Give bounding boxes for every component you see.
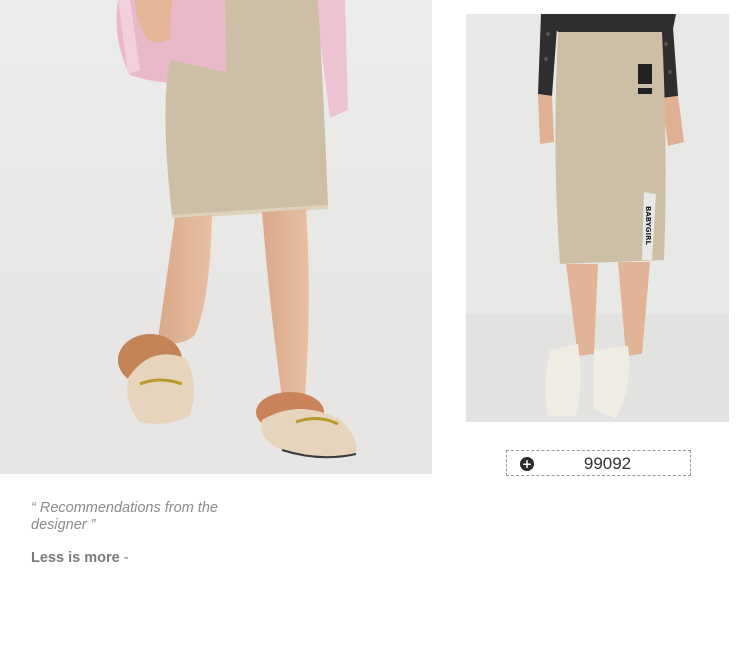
main-photo-illustration	[0, 0, 432, 474]
designer-quote: “ Recommendations from the designer ”	[31, 500, 218, 533]
side-photo-illustration: BABYGIRL	[466, 14, 729, 422]
designer-motto: Less is more -	[31, 550, 129, 567]
motto-text: Less is more	[31, 550, 120, 566]
skirt-patch-text: BABYGIRL	[644, 206, 652, 246]
side-product-photo[interactable]: BABYGIRL	[466, 14, 729, 422]
main-product-photo	[0, 0, 432, 474]
product-code-tag[interactable]: + 99092	[506, 450, 691, 476]
product-code: 99092	[583, 454, 632, 473]
motto-dash: -	[123, 550, 129, 566]
